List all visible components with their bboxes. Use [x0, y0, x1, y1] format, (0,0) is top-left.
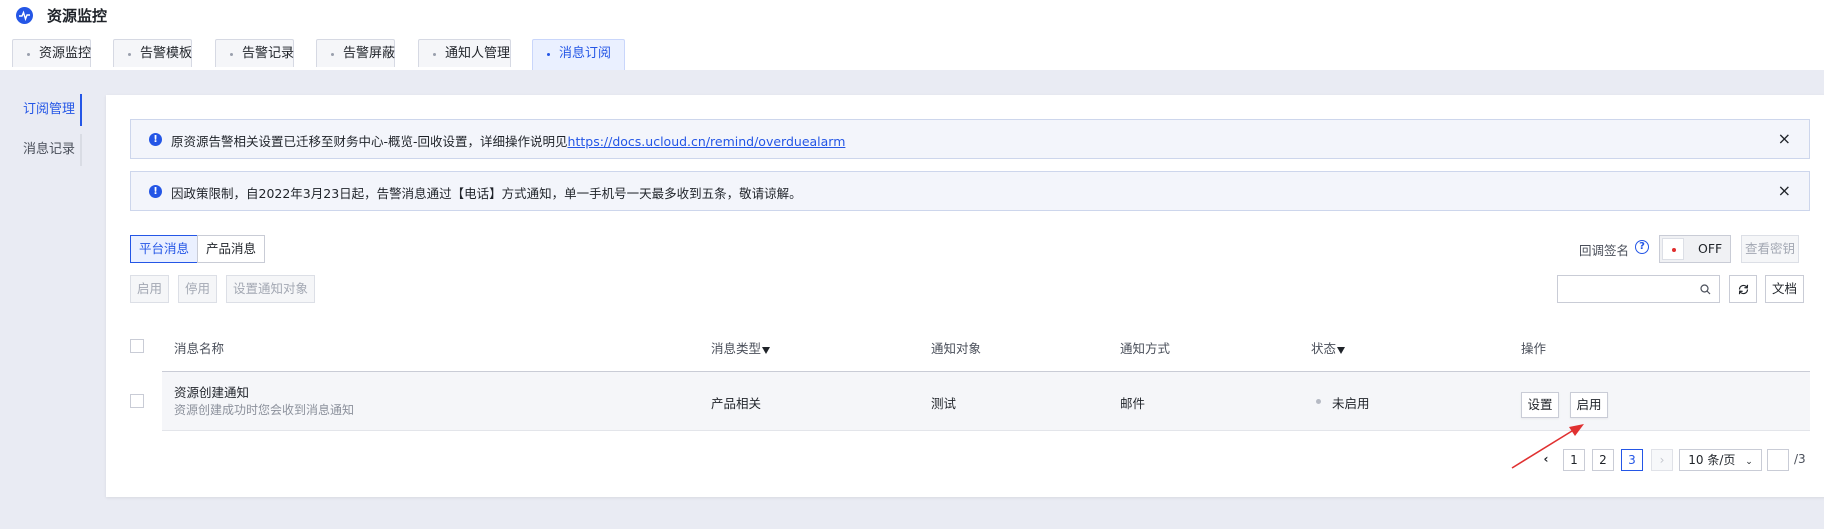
segment-platform-messages[interactable]: 平台消息 — [130, 235, 198, 263]
page-2[interactable]: 2 — [1592, 449, 1614, 471]
row-enable-button[interactable]: 启用 — [1570, 392, 1608, 418]
col-header-method: 通知方式 — [1120, 341, 1171, 356]
page-1[interactable]: 1 — [1563, 449, 1585, 471]
enable-button[interactable]: 启用 — [130, 275, 169, 303]
callback-sign-label: 回调签名 — [1579, 243, 1630, 258]
close-icon[interactable]: × — [1778, 129, 1791, 148]
tab-dot-icon — [547, 53, 550, 56]
col-header-status[interactable]: 状态 — [1311, 338, 1346, 357]
notice-migration: ! 原资源告警相关设置已迁移至财务中心-概览-回收设置，详细操作说明见https… — [130, 119, 1810, 159]
tab-notify-contacts[interactable]: 通知人管理 — [418, 39, 511, 67]
select-all-checkbox[interactable] — [130, 339, 144, 353]
docs-button[interactable]: 文档 — [1765, 275, 1804, 303]
toggle-knob — [1662, 238, 1684, 260]
active-indicator — [80, 94, 82, 126]
disable-button[interactable]: 停用 — [178, 275, 217, 303]
refresh-icon — [1738, 284, 1748, 295]
search-input[interactable] — [1557, 275, 1720, 303]
page-jump-input[interactable] — [1767, 449, 1789, 471]
tab-alarm-template[interactable]: 告警模板 — [113, 39, 192, 67]
status-dot — [1316, 399, 1321, 404]
col-header-type[interactable]: 消息类型 — [711, 338, 771, 357]
tab-resource-monitor[interactable]: 资源监控 — [12, 39, 91, 67]
col-header-ops: 操作 — [1521, 341, 1547, 356]
page-size-select[interactable]: 10 条/页 ⌄ — [1679, 449, 1762, 471]
col-header-target: 通知对象 — [931, 341, 982, 356]
message-type: 产品相关 — [711, 396, 762, 411]
col-header-name: 消息名称 — [174, 341, 225, 356]
main-panel: ! 原资源告警相关设置已迁移至财务中心-概览-回收设置，详细操作说明见https… — [106, 95, 1824, 497]
top-bar: 资源监控 资源监控 告警模板 告警记录 告警屏蔽 通知人管理 消息订阅 — [0, 0, 1824, 70]
notice-text: 因政策限制，自2022年3月23日起，告警消息通过【电话】方式通知，单一手机号一… — [171, 186, 802, 201]
view-key-button[interactable]: 查看密钥 — [1741, 235, 1799, 263]
set-notify-target-button[interactable]: 设置通知对象 — [226, 275, 315, 303]
segment-product-messages[interactable]: 产品消息 — [197, 235, 265, 263]
row-divider — [162, 430, 1810, 431]
notice-text: 原资源告警相关设置已迁移至财务中心-概览-回收设置，详细操作说明见https:/… — [171, 134, 846, 149]
row-checkbox[interactable] — [130, 394, 144, 408]
sidebar-item-message-records[interactable]: 消息记录 — [0, 134, 82, 166]
notice-policy: ! 因政策限制，自2022年3月23日起，告警消息通过【电话】方式通知，单一手机… — [130, 171, 1810, 211]
nav-divider — [80, 134, 82, 166]
tab-alarm-records[interactable]: 告警记录 — [215, 39, 294, 67]
table-row — [162, 372, 1810, 430]
filter-icon[interactable] — [762, 347, 771, 354]
tab-dot-icon — [433, 53, 436, 56]
notify-method: 邮件 — [1120, 396, 1146, 411]
close-icon[interactable]: × — [1778, 181, 1791, 200]
help-icon[interactable]: ? — [1635, 240, 1649, 254]
page-title: 资源监控 — [47, 7, 108, 25]
tab-dot-icon — [331, 53, 334, 56]
pulse-icon — [16, 7, 33, 24]
tab-message-subscription[interactable]: 消息订阅 — [532, 39, 625, 70]
tab-alarm-shield[interactable]: 告警屏蔽 — [316, 39, 395, 67]
next-page-button[interactable]: › — [1651, 449, 1673, 471]
tab-dot-icon — [27, 53, 30, 56]
search-icon — [1700, 284, 1711, 295]
tab-dot-icon — [230, 53, 233, 56]
info-icon: ! — [149, 133, 162, 146]
refresh-button[interactable] — [1729, 275, 1757, 303]
docs-link[interactable]: https://docs.ucloud.cn/remind/overdueala… — [568, 134, 846, 149]
tab-dot-icon — [128, 53, 131, 56]
callback-sign-toggle[interactable]: OFF — [1659, 235, 1731, 263]
page-3[interactable]: 3 — [1621, 449, 1643, 471]
status-badge: 未启用 — [1332, 396, 1370, 411]
info-icon: ! — [149, 185, 162, 198]
message-name: 资源创建通知 — [174, 385, 250, 400]
message-description: 资源创建成功时您会收到消息通知 — [174, 403, 355, 417]
prev-page-button[interactable]: ‹ — [1535, 449, 1557, 471]
row-settings-button[interactable]: 设置 — [1521, 392, 1559, 418]
sidebar-item-subscription-mgmt[interactable]: 订阅管理 — [0, 94, 82, 126]
page-total: /3 — [1794, 452, 1806, 466]
filter-icon[interactable] — [1337, 347, 1346, 354]
notify-target: 测试 — [931, 396, 957, 411]
chevron-down-icon: ⌄ — [1745, 457, 1753, 467]
